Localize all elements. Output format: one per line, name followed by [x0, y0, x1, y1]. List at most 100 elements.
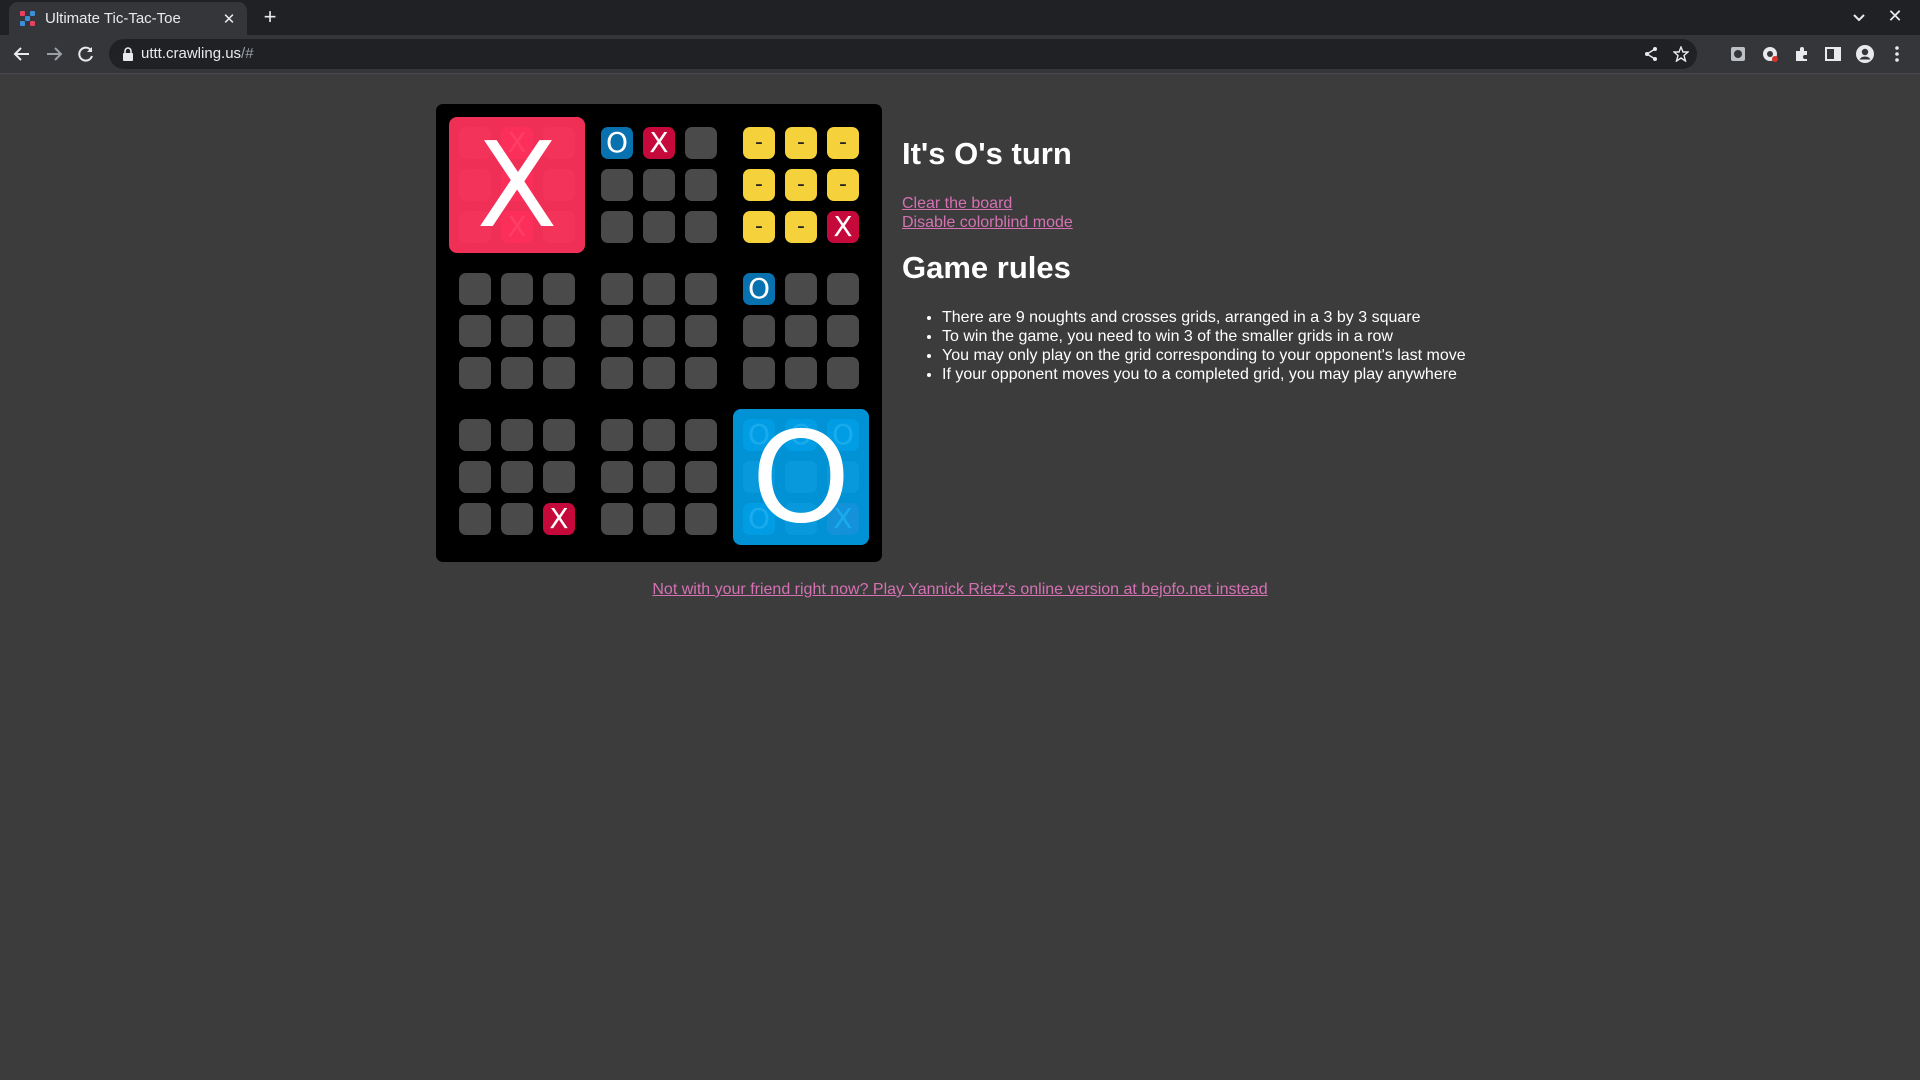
board-cell[interactable]: [601, 315, 633, 347]
tab-title: Ultimate Tic-Tac-Toe: [45, 10, 181, 27]
board-cell[interactable]: [459, 419, 491, 451]
board-cell[interactable]: [827, 357, 859, 389]
puzzle-icon[interactable]: [1791, 43, 1813, 65]
board-cell[interactable]: [459, 461, 491, 493]
back-icon[interactable]: [10, 42, 34, 66]
board-cell[interactable]: [743, 357, 775, 389]
star-icon[interactable]: [1671, 44, 1691, 64]
board-cell[interactable]: [543, 315, 575, 347]
board-cell: -: [827, 169, 859, 201]
rules-list: There are 9 noughts and crosses grids, a…: [902, 308, 1602, 384]
board-cell[interactable]: [543, 461, 575, 493]
board-cell[interactable]: [643, 169, 675, 201]
reload-icon[interactable]: [74, 42, 98, 66]
board-cell[interactable]: [743, 315, 775, 347]
board-cell[interactable]: [685, 461, 717, 493]
online-version-link[interactable]: Not with your friend right now? Play Yan…: [652, 581, 1267, 598]
board-cell[interactable]: [601, 273, 633, 305]
board-cell[interactable]: [643, 211, 675, 243]
board-cell[interactable]: [543, 273, 575, 305]
game-board: XXXXOX--------XOXOOOOXO: [436, 104, 882, 562]
board-cell: -: [827, 127, 859, 159]
board-cell[interactable]: [601, 503, 633, 535]
screenshot-extension-icon[interactable]: [1727, 43, 1749, 65]
board-cell[interactable]: [643, 315, 675, 347]
clear-board-link[interactable]: Clear the board: [902, 194, 1602, 213]
board-cell[interactable]: [827, 273, 859, 305]
menu-icon[interactable]: [1886, 43, 1908, 65]
board-cell[interactable]: [543, 357, 575, 389]
board-cell[interactable]: [601, 169, 633, 201]
window-close-icon[interactable]: ✕: [1884, 4, 1906, 28]
board-cell[interactable]: [601, 419, 633, 451]
tab-search-icon[interactable]: [1848, 6, 1870, 28]
board-cell[interactable]: [501, 315, 533, 347]
board-cell[interactable]: [601, 211, 633, 243]
board-cell[interactable]: [501, 461, 533, 493]
colorblind-toggle-link[interactable]: Disable colorblind mode: [902, 213, 1602, 232]
board-cell[interactable]: [459, 315, 491, 347]
grid-winner-x: X: [449, 116, 585, 254]
board-cell[interactable]: [501, 419, 533, 451]
forward-icon[interactable]: [42, 42, 66, 66]
profile-icon[interactable]: [1854, 43, 1876, 65]
grid-winner-o: O: [733, 404, 869, 551]
board-cell: -: [785, 169, 817, 201]
board-cell[interactable]: [501, 503, 533, 535]
board-cell: -: [785, 211, 817, 243]
rules-title: Game rules: [902, 250, 1071, 285]
board-cell[interactable]: [501, 357, 533, 389]
board-cell[interactable]: [785, 315, 817, 347]
turn-indicator: It's O's turn: [902, 136, 1072, 171]
board-cell[interactable]: [643, 419, 675, 451]
board-cell[interactable]: [785, 273, 817, 305]
board-cell[interactable]: [501, 273, 533, 305]
side-panel-icon[interactable]: [1822, 43, 1844, 65]
address-bar[interactable]: uttt.crawling.us/#: [109, 39, 1697, 69]
board-cell[interactable]: [459, 273, 491, 305]
lock-icon[interactable]: [121, 47, 135, 61]
board-cell[interactable]: [685, 273, 717, 305]
board-cell[interactable]: [643, 273, 675, 305]
tab-active[interactable]: Ultimate Tic-Tac-Toe ✕: [9, 2, 247, 35]
board-cell: X: [827, 211, 859, 243]
board-cell[interactable]: [643, 461, 675, 493]
board-cell: O: [743, 273, 775, 305]
board-cell[interactable]: [459, 503, 491, 535]
board-cell[interactable]: [685, 357, 717, 389]
rule-item: To win the game, you need to win 3 of th…: [942, 327, 1602, 346]
rule-item: You may only play on the grid correspond…: [942, 346, 1602, 365]
tab-close-icon[interactable]: ✕: [219, 9, 239, 29]
board-cell[interactable]: [827, 315, 859, 347]
footer: Not with your friend right now? Play Yan…: [0, 581, 1920, 599]
rule-item: There are 9 noughts and crosses grids, a…: [942, 308, 1602, 327]
board-cell[interactable]: [685, 419, 717, 451]
rule-item: If your opponent moves you to a complete…: [942, 365, 1602, 384]
new-tab-icon[interactable]: +: [259, 4, 281, 29]
board-cell[interactable]: [685, 211, 717, 243]
board-cell[interactable]: [685, 315, 717, 347]
board-cell[interactable]: [685, 169, 717, 201]
board-cell[interactable]: [685, 127, 717, 159]
tab-bar: Ultimate Tic-Tac-Toe ✕ + ✕: [0, 0, 1920, 35]
info-panel: It's O's turn Clear the board Disable co…: [902, 132, 1602, 384]
board-cell: -: [743, 127, 775, 159]
browser-toolbar: uttt.crawling.us/#: [0, 35, 1920, 74]
url-text: uttt.crawling.us/#: [141, 45, 254, 62]
board-cell: -: [785, 127, 817, 159]
favicon-icon: [20, 10, 36, 27]
board-cell[interactable]: [643, 357, 675, 389]
share-icon[interactable]: [1641, 44, 1661, 64]
board-cell[interactable]: [785, 357, 817, 389]
board-cell[interactable]: [543, 419, 575, 451]
board-cell: X: [643, 127, 675, 159]
board-cell[interactable]: [643, 503, 675, 535]
board-cell[interactable]: [601, 461, 633, 493]
extension-icon[interactable]: [1759, 43, 1781, 65]
board-cell[interactable]: [601, 357, 633, 389]
board-cell: -: [743, 211, 775, 243]
board-cell: -: [743, 169, 775, 201]
board-cell: X: [543, 503, 575, 535]
board-cell[interactable]: [685, 503, 717, 535]
board-cell[interactable]: [459, 357, 491, 389]
